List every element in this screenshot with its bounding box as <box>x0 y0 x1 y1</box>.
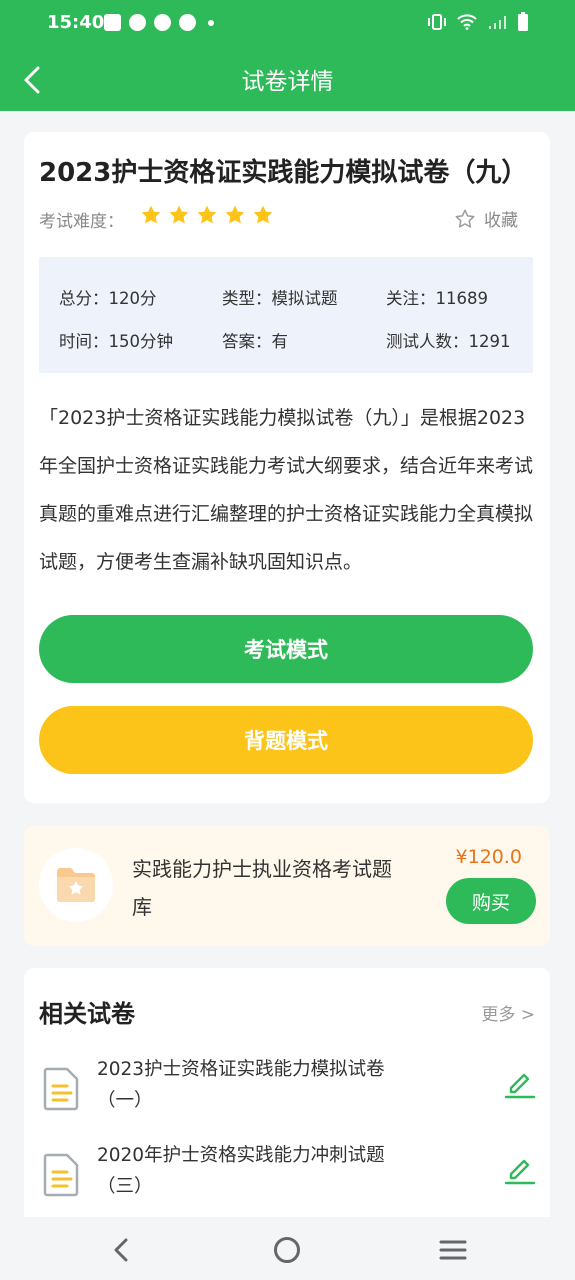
exam-detail-card: 2023护士资格证实践能力模拟试卷（九） 考试难度： 收藏 总分：120分 类型… <box>24 132 550 803</box>
favorite-label: 收藏 <box>484 211 518 231</box>
nav-home-button[interactable] <box>270 1233 304 1267</box>
edit-icon[interactable] <box>503 1152 537 1186</box>
star-filled-icon <box>253 205 273 224</box>
exam-description: 「2023护士资格证实践能力模拟试卷（九）」是根据2023年全国护士资格证实践能… <box>39 407 534 573</box>
app-bar: 试卷详情 <box>0 48 575 111</box>
app-notification-icon <box>129 14 146 31</box>
buy-button[interactable]: 购买 <box>446 878 536 924</box>
difficulty-label: 考试难度： <box>39 212 124 232</box>
product-price: ¥120.0 <box>455 846 522 868</box>
exam-type: 类型：模拟试题 <box>222 289 338 308</box>
total-score: 总分：120分 <box>59 289 157 308</box>
document-icon <box>43 1153 79 1197</box>
status-bar: 15:40 <box>0 0 575 48</box>
favorite-button[interactable]: 收藏 <box>454 206 518 231</box>
app-notification-icon <box>179 14 196 31</box>
related-item-label: 2020年护士资格实践能力冲刺试题（三） <box>97 1145 385 1197</box>
star-filled-icon <box>197 205 217 224</box>
tester-count: 测试人数：1291 <box>386 332 511 351</box>
page-title: 试卷详情 <box>241 69 334 95</box>
bag-icon <box>104 14 121 31</box>
nav-back-button[interactable] <box>104 1233 138 1267</box>
recite-mode-button[interactable]: 背题模式 <box>39 706 533 774</box>
answer-availability: 答案：有 <box>222 332 288 351</box>
related-title: 相关试卷 <box>39 1000 135 1028</box>
vibrate-icon <box>428 14 446 30</box>
nav-menu-button[interactable] <box>436 1233 470 1267</box>
star-outline-icon <box>455 209 475 228</box>
document-icon <box>43 1067 79 1111</box>
nav-menu-icon <box>439 1240 467 1260</box>
battery-icon <box>518 12 528 31</box>
nav-back-icon <box>114 1238 128 1262</box>
follow-count: 关注：11689 <box>386 289 488 308</box>
product-card[interactable]: 实践能力护士执业资格考试题库 ¥120.0 购买 <box>24 826 550 946</box>
list-item[interactable]: 2023护士资格证实践能力模拟试卷（一） <box>39 1054 537 1134</box>
signal-icon <box>489 16 506 29</box>
exam-title: 2023护士资格证实践能力模拟试卷（九） <box>39 158 528 188</box>
nav-home-icon <box>274 1237 300 1263</box>
system-icons <box>427 12 529 32</box>
star-filled-icon <box>225 205 245 224</box>
wifi-icon <box>457 14 477 30</box>
product-icon-wrap <box>39 848 113 922</box>
star-filled-icon <box>169 205 189 224</box>
exam-info-box: 总分：120分 类型：模拟试题 关注：11689 时间：150分钟 答案：有 测… <box>39 257 533 373</box>
system-nav-bar <box>0 1217 575 1280</box>
exam-time: 时间：150分钟 <box>59 332 173 351</box>
related-item-label: 2023护士资格证实践能力模拟试卷（一） <box>97 1059 385 1111</box>
notification-icons <box>104 14 214 31</box>
related-exams-card: 相关试卷 更多 > 2023护士资格证实践能力模拟试卷（一） 2020年护士资格… <box>24 968 550 1228</box>
more-notifications-dot <box>208 19 214 26</box>
app-notification-icon <box>154 14 171 31</box>
more-link[interactable]: 更多 > <box>481 1000 535 1025</box>
folder-star-icon <box>57 868 95 902</box>
product-name: 实践能力护士执业资格考试题库 <box>132 857 392 919</box>
edit-icon[interactable] <box>503 1066 537 1100</box>
star-filled-icon <box>141 205 161 224</box>
difficulty-stars <box>140 204 274 226</box>
status-time: 15:40 <box>47 12 105 33</box>
list-item[interactable]: 2020年护士资格实践能力冲刺试题（三） <box>39 1140 537 1220</box>
exam-mode-button[interactable]: 考试模式 <box>39 615 533 683</box>
